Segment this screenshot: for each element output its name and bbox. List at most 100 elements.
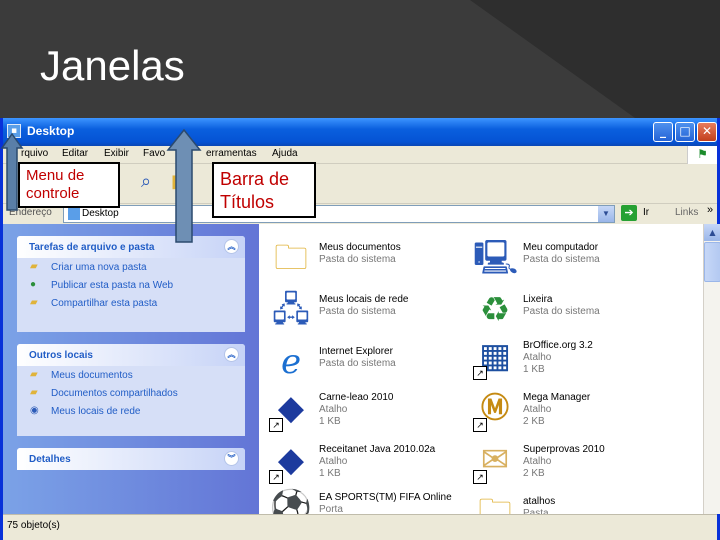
chevron-up-icon[interactable]: ︽ (224, 239, 239, 254)
panel-other-places: Outros locais ︽ ▰ Meus documentos ▰ Docume… (17, 344, 245, 436)
address-field[interactable]: Desktop ▼ (63, 205, 615, 223)
status-text: 75 objeto(s) (7, 520, 60, 531)
folder-icon: ▰ (30, 369, 38, 380)
file-item[interactable]: ◆ ↗ Receitanet Java 2010.02a Atalho 1 KB (263, 438, 468, 488)
panel-details: Detalhes ︾ (17, 448, 245, 470)
file-item[interactable]: Ⓜ ↗ Mega Manager Atalho 2 KB (467, 386, 672, 436)
place-network[interactable]: ◉ Meus locais de rede (17, 402, 245, 420)
file-size: 2 KB (523, 416, 545, 427)
file-item[interactable]: ♻ Lixeira Pasta do sistema (467, 288, 672, 338)
task-new-folder[interactable]: ▰ Criar uma nova pasta (17, 258, 245, 276)
menu-favoritos[interactable]: Favo (143, 148, 165, 159)
ie-icon: e (280, 342, 302, 382)
fifa-icon: ⚽ (269, 489, 313, 514)
chevron-down-icon[interactable]: ▼ (598, 206, 614, 222)
shortcut-arrow-icon: ↗ (473, 470, 487, 484)
file-name: atalhos (523, 496, 556, 507)
folder-icon: 🗀 (478, 493, 512, 514)
new-folder-icon: ▰ (30, 261, 38, 272)
file-name: EA SPORTS(TM) FIFA Online (319, 492, 452, 503)
scroll-thumb[interactable] (704, 242, 720, 282)
panel-title-text: Outros locais (29, 350, 93, 361)
panel-title[interactable]: Tarefas de arquivo e pasta ︽ (17, 236, 245, 258)
menu-arquivo[interactable]: rquivo (21, 148, 48, 159)
shortcut-arrow-icon: ↗ (269, 418, 283, 432)
menu-ferramentas[interactable]: erramentas (206, 148, 257, 159)
menu-ajuda[interactable]: Ajuda (272, 148, 298, 159)
menu-editar[interactable]: Editar (62, 148, 88, 159)
task-label: Compartilhar esta pasta (51, 298, 158, 309)
network-icon: 🖧 (272, 291, 310, 329)
file-name: Meus documentos (319, 242, 401, 253)
file-type: Atalho (523, 352, 552, 363)
task-label: Publicar esta pasta na Web (51, 280, 174, 291)
callout-barra-de-titulos: Barra de Títulos (212, 162, 316, 218)
go-button[interactable]: Ir (643, 207, 649, 218)
file-type: Porta (319, 504, 343, 514)
callout-arrow-titlebar (166, 128, 202, 243)
search-icon[interactable]: ⌕ (141, 172, 151, 192)
file-type: Atalho (523, 456, 552, 467)
file-item[interactable]: 🖧 Meus locais de rede Pasta do sistema (263, 288, 468, 338)
file-size: 2 KB (523, 468, 545, 479)
panel-title[interactable]: Detalhes ︾ (17, 448, 245, 470)
globe-icon: ● (30, 279, 37, 290)
go-arrow-icon[interactable]: ➔ (621, 205, 637, 221)
file-list: 🗀 Meus documentos Pasta do sistema 🖳 Meu… (259, 224, 703, 514)
file-item[interactable]: ◆ ↗ Carne-leao 2010 Atalho 1 KB (263, 386, 468, 436)
file-item[interactable]: 🗀 atalhos Pasta (467, 490, 672, 514)
chevron-up-icon[interactable]: ︽ (224, 347, 239, 362)
chevron-down-icon[interactable]: ︾ (224, 451, 239, 466)
network-icon: ◉ (30, 405, 39, 416)
place-label: Meus locais de rede (51, 406, 141, 417)
file-item[interactable]: ▦ ↗ BrOffice.org 3.2 Atalho 1 KB (467, 334, 672, 384)
maximize-button[interactable]: □ (675, 122, 695, 142)
file-type: Pasta do sistema (319, 306, 396, 317)
file-name: Internet Explorer (319, 346, 393, 357)
windows-flag-icon: ⚑ (687, 146, 717, 164)
file-item[interactable]: ⚽ EA SPORTS(TM) FIFA Online Porta (263, 486, 468, 514)
slide-title: Janelas (40, 42, 185, 89)
window-title: Desktop (27, 124, 75, 138)
share-folder-icon: ▰ (30, 297, 38, 308)
file-name: Superprovas 2010 (523, 444, 605, 455)
file-name: Lixeira (523, 294, 553, 305)
file-size: 1 KB (319, 468, 341, 479)
file-name: Carne-leao 2010 (319, 392, 394, 403)
place-my-documents[interactable]: ▰ Meus documentos (17, 366, 245, 384)
file-item[interactable]: 🗀 Meus documentos Pasta do sistema (263, 236, 468, 286)
task-share-folder[interactable]: ▰ Compartilhar esta pasta (17, 294, 245, 312)
task-pane: Tarefas de arquivo e pasta ︽ ▰ Criar uma … (3, 224, 259, 514)
shortcut-arrow-icon: ↗ (473, 418, 487, 432)
callout-menu-de-controle: Menu de controle (18, 162, 120, 208)
file-type: Pasta do sistema (523, 254, 600, 265)
scroll-up-icon[interactable]: ▲ (704, 224, 720, 241)
menu-exibir[interactable]: Exibir (104, 148, 129, 159)
file-item[interactable]: 🖳 Meu computador Pasta do sistema (467, 236, 672, 286)
links-chevron-icon[interactable]: » (707, 204, 713, 216)
vertical-scrollbar[interactable]: ▲ (703, 224, 720, 514)
panel-title[interactable]: Outros locais ︽ (17, 344, 245, 366)
links-button[interactable]: Links (675, 207, 698, 218)
file-item[interactable]: e Internet Explorer Pasta do sistema (263, 340, 468, 390)
file-name: Meu computador (523, 242, 599, 253)
file-name: Meus locais de rede (319, 294, 409, 305)
task-publish-web[interactable]: ● Publicar esta pasta na Web (17, 276, 245, 294)
shortcut-arrow-icon: ↗ (473, 366, 487, 380)
place-shared-documents[interactable]: ▰ Documentos compartilhados (17, 384, 245, 402)
close-button[interactable]: ✕ (697, 122, 717, 142)
status-bar: 75 objeto(s) (3, 514, 717, 536)
desktop-icon (68, 208, 80, 220)
file-name: Receitanet Java 2010.02a (319, 444, 436, 455)
file-name: BrOffice.org 3.2 (523, 340, 593, 351)
file-type: Pasta do sistema (319, 358, 396, 369)
file-size: 1 KB (319, 416, 341, 427)
file-type: Atalho (523, 404, 552, 415)
task-label: Criar uma nova pasta (51, 262, 147, 273)
minimize-button[interactable]: _ (653, 122, 673, 142)
title-bar[interactable]: ▪ Desktop _ □ ✕ (3, 118, 717, 146)
file-type: Atalho (319, 456, 348, 467)
panel-title-text: Detalhes (29, 454, 71, 465)
file-item[interactable]: ✉ ↗ Superprovas 2010 Atalho 2 KB (467, 438, 672, 488)
file-type: Pasta do sistema (319, 254, 396, 265)
